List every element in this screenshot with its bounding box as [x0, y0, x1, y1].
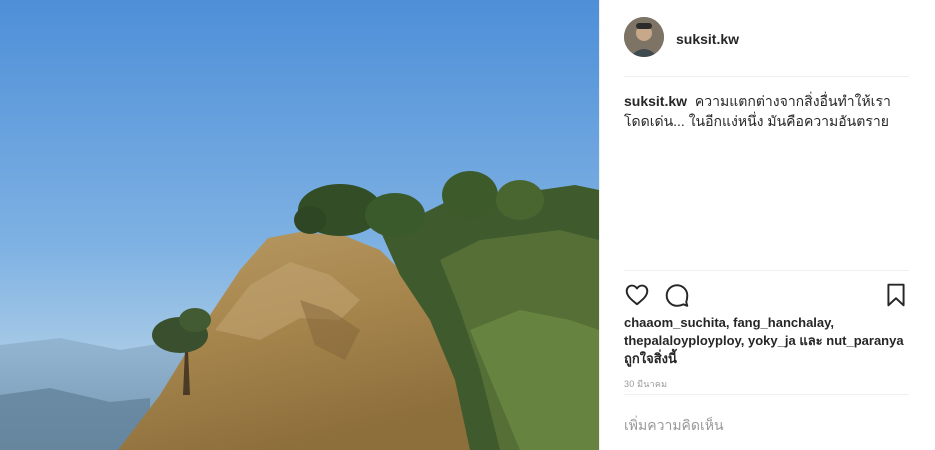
likes-summary: chaaom_suchita, fang_hanchalay, thepalal…	[624, 314, 924, 368]
post-timestamp[interactable]: 30 มีนาคม	[624, 377, 667, 391]
action-bar	[624, 270, 909, 316]
save-button[interactable]	[883, 282, 909, 308]
post-header: suksit.kw	[624, 17, 909, 77]
likes-separator: ,	[740, 333, 749, 348]
likes-separator: ,	[830, 315, 835, 330]
likes-suffix: ถูกใจสิ่งนี้	[624, 351, 677, 366]
liker-link[interactable]: thepalaloyployploy	[624, 333, 741, 348]
add-comment-box[interactable]: เพิ่มความคิดเห็น	[624, 394, 909, 450]
post-detail-panel: suksit.kw suksit.kw ความแตกต่างจากสิ่งอื…	[599, 0, 935, 450]
like-button[interactable]	[624, 282, 650, 308]
heart-outline-icon	[625, 284, 649, 306]
likes-and-word: และ	[795, 333, 827, 348]
user-avatar-icon	[624, 17, 664, 57]
liker-link[interactable]: fang_hanchalay	[733, 315, 830, 330]
liker-link[interactable]: yoky_ja	[748, 333, 796, 348]
avatar[interactable]	[624, 17, 664, 57]
post-photo[interactable]	[0, 0, 599, 450]
post-caption: suksit.kw ความแตกต่างจากสิ่งอื่นทำให้เรา…	[624, 91, 914, 131]
mountain-landscape-image	[0, 0, 599, 450]
bookmark-icon	[887, 283, 905, 307]
caption-username[interactable]: suksit.kw	[624, 93, 687, 109]
speech-bubble-icon	[665, 284, 689, 307]
comment-button[interactable]	[664, 282, 690, 308]
comment-input[interactable]: เพิ่มความคิดเห็น	[624, 415, 724, 437]
post-username[interactable]: suksit.kw	[676, 31, 739, 47]
liker-link[interactable]: nut_paranya	[826, 333, 903, 348]
liker-link[interactable]: chaaom_suchita	[624, 315, 726, 330]
